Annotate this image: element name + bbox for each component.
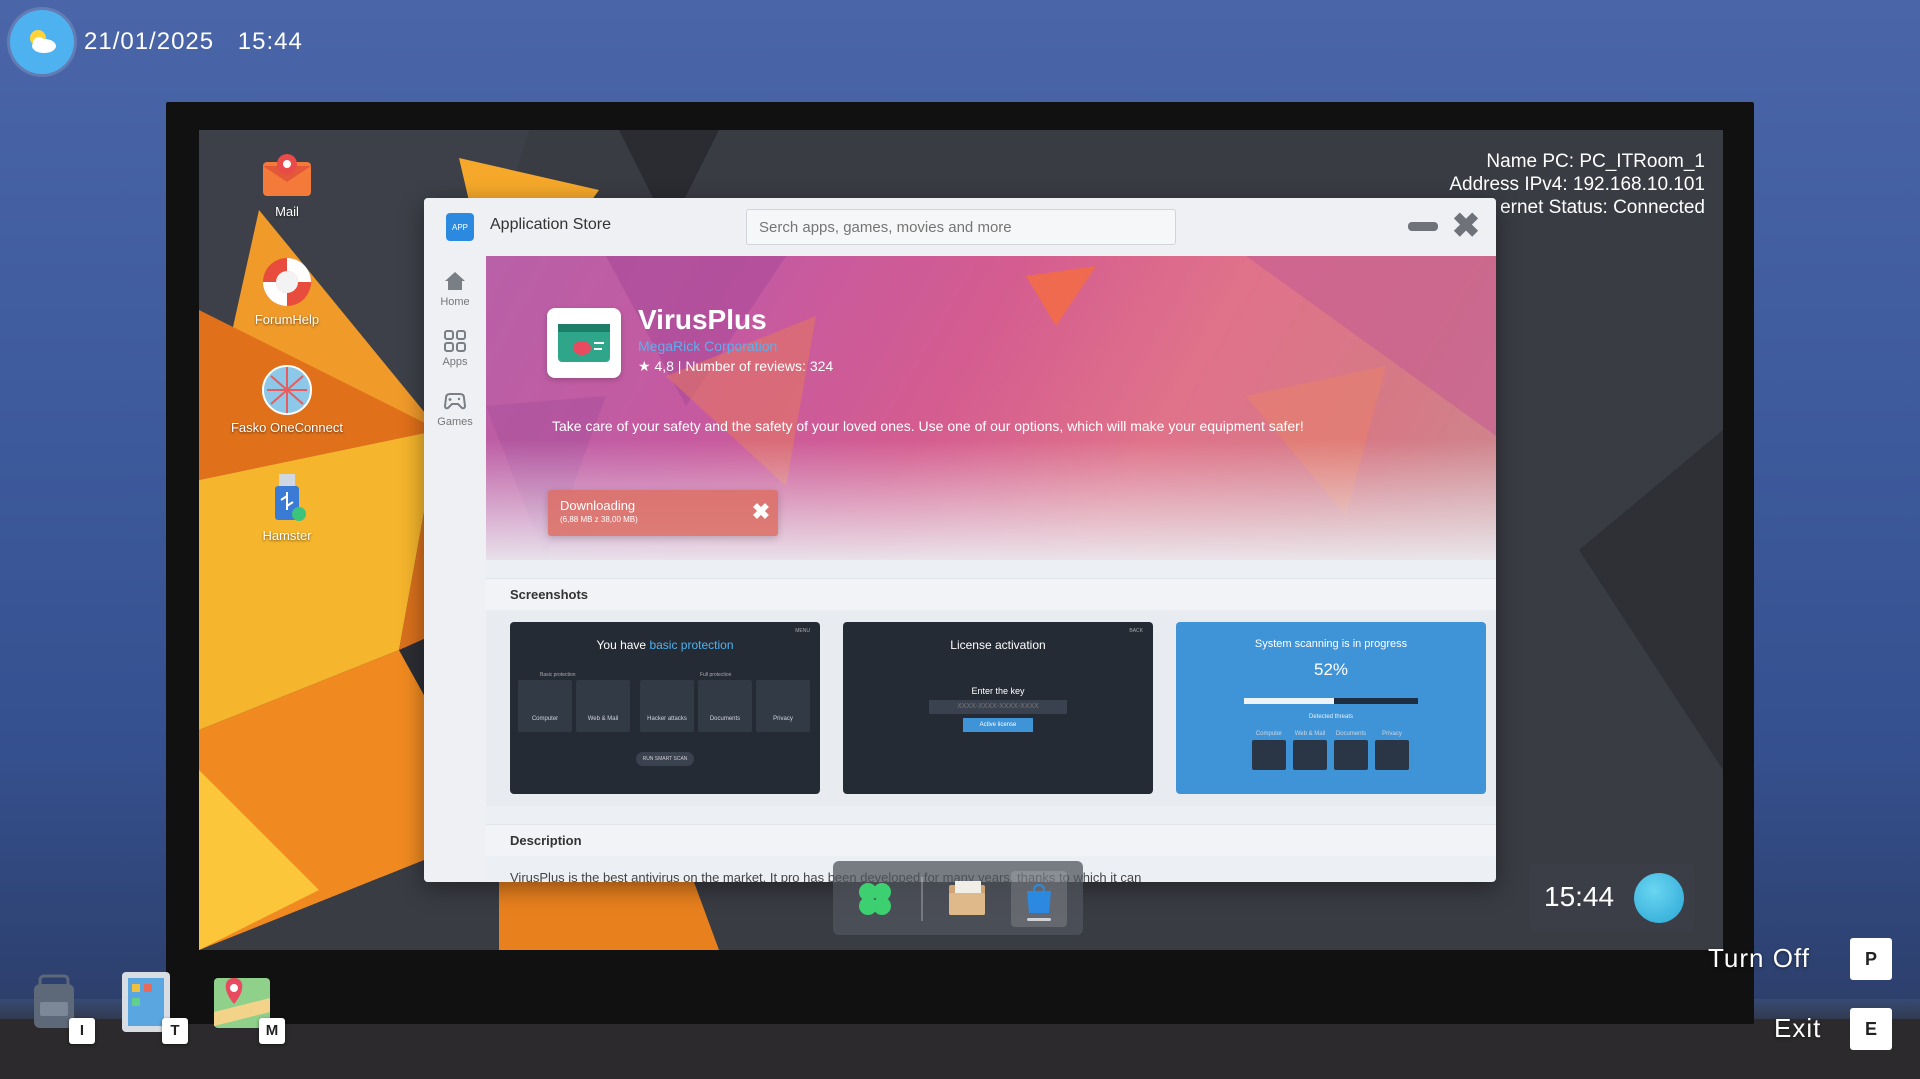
sidebar-item-apps[interactable]: Apps bbox=[424, 328, 486, 368]
shot-title: License activation bbox=[950, 638, 1046, 652]
shot-card: Privacy bbox=[756, 680, 810, 732]
desktop-clock: 15:44 bbox=[1544, 881, 1615, 912]
taskbar bbox=[833, 861, 1083, 935]
hud-key-inventory: I bbox=[69, 1018, 95, 1044]
sidebar-item-label: Apps bbox=[442, 356, 468, 368]
download-status: Downloading (6,88 MB z 38,00 MB) ✖ bbox=[548, 490, 778, 536]
desktop-icon-forumhelp[interactable]: ForumHelp bbox=[217, 254, 357, 327]
screenshot-1[interactable]: You have basic protection MENU Basic pro… bbox=[510, 622, 820, 794]
hud-time: 15:44 bbox=[237, 28, 303, 55]
gamepad-icon bbox=[443, 393, 467, 410]
close-button[interactable]: ✖ bbox=[1450, 209, 1482, 243]
sidebar-item-home[interactable]: Home bbox=[424, 268, 486, 308]
shot-threat-card: Privacy bbox=[1375, 731, 1409, 770]
taskbar-start-button[interactable] bbox=[847, 871, 903, 927]
shot-group-label: Basic protection bbox=[540, 672, 576, 678]
shot-scan-progress-fill bbox=[1244, 698, 1335, 704]
pc-name: Name PC: PC_ITRoom_1 bbox=[1486, 151, 1705, 172]
description-section-header: Description bbox=[486, 824, 1496, 856]
shot-card: Hacker attacks bbox=[640, 680, 694, 732]
shot-activate-button: Active license bbox=[963, 718, 1033, 732]
lifebuoy-icon bbox=[259, 254, 315, 310]
screenshots-section-header: Screenshots bbox=[486, 578, 1496, 610]
weather-icon bbox=[10, 10, 74, 74]
exit-label: Exit bbox=[1774, 1013, 1822, 1043]
desktop-icon-label: ForumHelp bbox=[254, 312, 320, 327]
taskbar-separator bbox=[921, 877, 923, 921]
hud-date: 21/01/2025 bbox=[84, 28, 215, 55]
screenshots-heading: Screenshots bbox=[510, 587, 589, 602]
clover-icon bbox=[859, 883, 891, 915]
download-size: (6,88 MB z 38,00 MB) bbox=[560, 515, 638, 524]
network-globe-icon bbox=[1634, 873, 1684, 923]
developer-link[interactable]: MegaRick Corporation bbox=[638, 338, 777, 354]
turn-off-label: Turn Off bbox=[1708, 943, 1810, 973]
shot-key-field: XXXX-XXXX-XXXX-XXXX bbox=[929, 700, 1067, 714]
screenshot-2[interactable]: License activation BACK Enter the key XX… bbox=[843, 622, 1153, 794]
room-floor bbox=[0, 1019, 1920, 1079]
home-icon bbox=[445, 272, 465, 290]
sidebar-item-games[interactable]: Games bbox=[424, 388, 486, 428]
apps-grid-icon bbox=[444, 330, 466, 352]
download-label: Downloading bbox=[560, 498, 636, 513]
rating-text: 4,8 | Number of reviews: 324 bbox=[654, 358, 834, 374]
sidebar-item-label: Games bbox=[437, 416, 473, 428]
window-titlebar[interactable]: APP Application Store ✖ bbox=[424, 198, 1496, 256]
shot-scan-percent: 52% bbox=[1313, 660, 1349, 679]
taskbar-app-store-button[interactable] bbox=[1011, 871, 1067, 927]
cancel-download-button[interactable]: ✖ bbox=[750, 499, 772, 525]
shot-group-label: Full protection bbox=[700, 672, 732, 678]
shot-threat-card: Web & Mail bbox=[1293, 731, 1327, 770]
exit-key[interactable]: E bbox=[1850, 1008, 1892, 1050]
folder-icon bbox=[949, 881, 985, 915]
usb-drive-icon bbox=[259, 470, 315, 526]
hud-datetime: 21/01/2025 15:44 bbox=[84, 28, 319, 56]
app-hero-banner: VirusPlus MegaRick Corporation ★ 4,8 | N… bbox=[486, 256, 1496, 560]
shot-card: Web & Mail bbox=[576, 680, 630, 732]
app-store-window: APP Application Store ✖ Home Apps Games bbox=[424, 198, 1496, 882]
screenshots-gallery: You have basic protection MENU Basic pro… bbox=[486, 610, 1496, 806]
taskbar-files-button[interactable] bbox=[939, 871, 995, 927]
shot-card: Computer bbox=[518, 680, 572, 732]
desktop-icon-fasko-oneconnect[interactable]: Fasko OneConnect bbox=[217, 362, 357, 435]
hud-key-map: M bbox=[259, 1018, 285, 1044]
app-rating: ★ 4,8 | Number of reviews: 324 bbox=[638, 358, 833, 375]
star-icon: ★ bbox=[638, 358, 655, 374]
ip-address: Address IPv4: 192.168.10.101 bbox=[1449, 174, 1705, 195]
hud-key-tablet: T bbox=[162, 1018, 188, 1044]
screenshot-3[interactable]: System scanning is in progress 52% Detec… bbox=[1176, 622, 1486, 794]
sidebar-item-label: Home bbox=[440, 296, 470, 308]
shot-threats-label: Detected threats bbox=[1308, 714, 1354, 720]
search-input[interactable] bbox=[746, 209, 1176, 245]
desktop-icon-label: Hamster bbox=[262, 528, 312, 543]
shot-scan-button: RUN SMART SCAN bbox=[636, 752, 694, 766]
app-description: Take care of your safety and the safety … bbox=[552, 418, 1304, 434]
desktop-icon-hamster[interactable]: Hamster bbox=[217, 470, 357, 543]
shot-back-label: BACK bbox=[1129, 628, 1143, 634]
desktop-screen: Mail ForumHelp Fasko OneConnect Hamster … bbox=[199, 130, 1723, 950]
app-store-logo-icon: APP bbox=[446, 213, 474, 241]
shot-title: System scanning is in progress bbox=[1254, 638, 1408, 650]
shot-card: Documents bbox=[698, 680, 752, 732]
turn-off-key[interactable]: P bbox=[1850, 938, 1892, 980]
network-globe-icon bbox=[259, 362, 315, 418]
mail-icon bbox=[259, 146, 315, 202]
app-store-icon bbox=[1027, 883, 1051, 913]
shot-title: You have basic protection bbox=[596, 638, 734, 652]
shot-key-label: Enter the key bbox=[971, 686, 1025, 696]
description-heading: Description bbox=[510, 833, 582, 848]
minimize-button[interactable] bbox=[1408, 222, 1438, 231]
clock-widget[interactable]: 15:44 bbox=[1530, 863, 1694, 931]
shot-menu-label: MENU bbox=[795, 628, 810, 634]
app-name: VirusPlus bbox=[638, 304, 767, 335]
virusplus-app-icon bbox=[547, 308, 621, 378]
store-sidebar: Home Apps Games bbox=[424, 256, 486, 882]
desktop-icon-mail[interactable]: Mail bbox=[217, 146, 357, 219]
shot-threat-card: Documents bbox=[1334, 731, 1368, 770]
desktop-icon-label: Fasko OneConnect bbox=[230, 420, 343, 435]
shot-scan-progress bbox=[1244, 698, 1418, 704]
shot-threat-card: Computer bbox=[1252, 731, 1286, 770]
window-title: Application Store bbox=[490, 216, 611, 233]
desktop-icon-label: Mail bbox=[275, 204, 299, 219]
